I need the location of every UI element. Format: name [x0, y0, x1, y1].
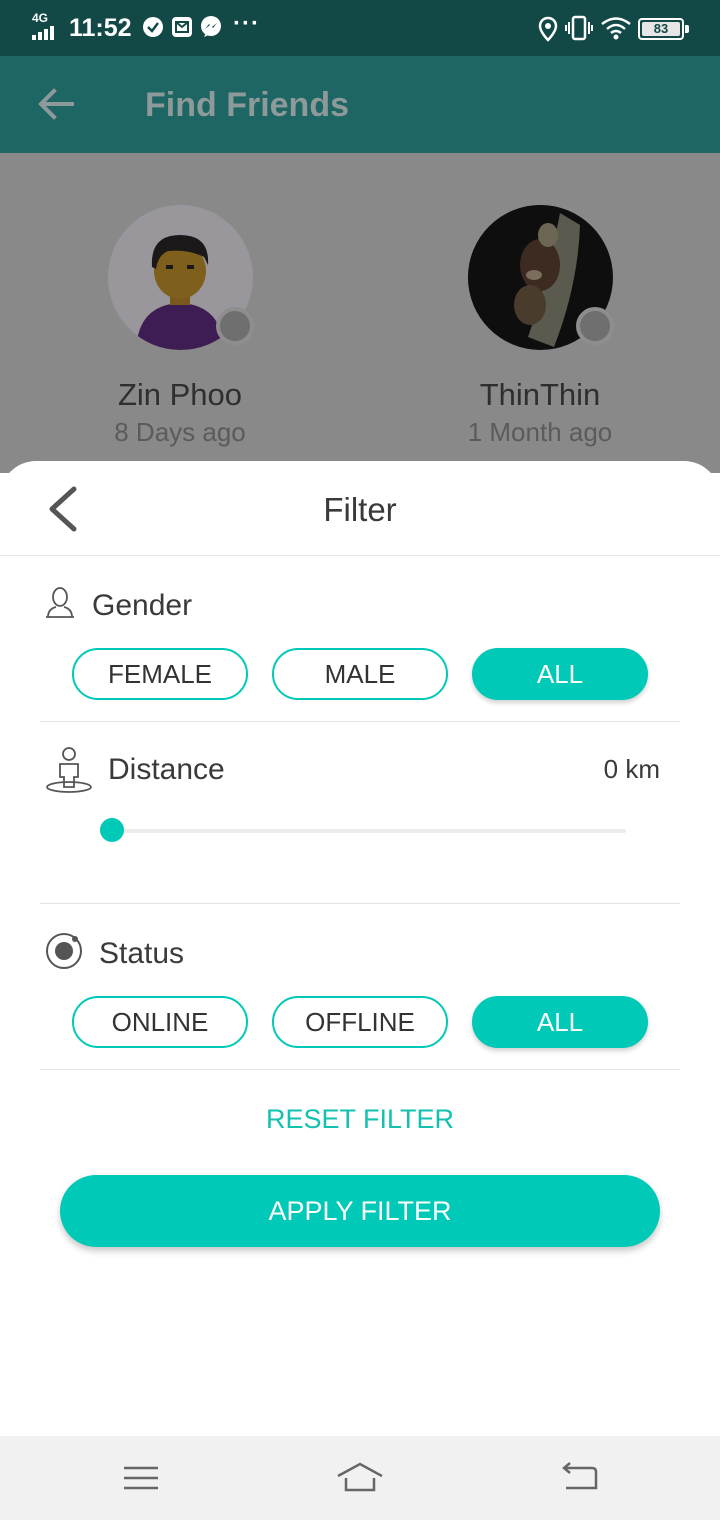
- status-option-all[interactable]: ALL: [472, 996, 648, 1048]
- friend-last-seen: 8 Days ago: [114, 417, 246, 447]
- page-title: Find Friends: [145, 86, 349, 124]
- system-nav-bar: [0, 1436, 720, 1520]
- status-label: Status: [99, 937, 185, 970]
- status-option-online[interactable]: ONLINE: [72, 996, 248, 1048]
- presence-indicator: [216, 307, 254, 345]
- status-option-offline[interactable]: OFFLINE: [272, 996, 448, 1048]
- friends-grid: Zin Phoo 8 Days ago ThinThin 1 Month ago: [0, 153, 720, 473]
- gender-label: Gender: [92, 589, 193, 622]
- wifi-icon: [601, 17, 631, 40]
- filter-title: Filter: [323, 491, 397, 528]
- reset-filter-button[interactable]: RESET FILTER: [0, 1104, 720, 1135]
- check-circle-icon: [143, 17, 163, 37]
- menu-icon[interactable]: [117, 1460, 165, 1496]
- signal-icon: [32, 26, 54, 40]
- status-radio-icon: [46, 933, 82, 969]
- divider: [40, 1069, 680, 1070]
- divider: [40, 903, 680, 904]
- app-bar: Find Friends: [0, 56, 720, 153]
- friend-name: Zin Phoo: [117, 377, 243, 412]
- battery-level: 83: [653, 21, 669, 36]
- divider: [40, 721, 680, 722]
- friend-name: ThinThin: [479, 377, 601, 412]
- person-outline-icon: [46, 587, 74, 618]
- gender-option-all[interactable]: ALL: [472, 648, 648, 700]
- back-icon[interactable]: [556, 1460, 604, 1496]
- clock: 11:52: [69, 14, 132, 42]
- status-bar: 4G 11:52 ··· 83: [0, 0, 720, 56]
- mail-icon: [172, 17, 192, 37]
- vibrate-icon: [565, 15, 593, 41]
- more-notifications: ···: [233, 10, 260, 37]
- battery-icon: 83: [638, 18, 689, 40]
- home-icon[interactable]: [336, 1460, 384, 1496]
- filter-header: Filter: [0, 461, 720, 556]
- back-arrow-icon[interactable]: [36, 84, 76, 124]
- distance-label: Distance: [108, 753, 225, 786]
- distance-value: 0 km: [603, 754, 660, 784]
- network-type: 4G: [32, 11, 49, 25]
- location-icon: [538, 16, 558, 42]
- distance-slider-thumb[interactable]: [100, 818, 124, 842]
- messenger-icon: [201, 16, 221, 37]
- gender-option-male[interactable]: MALE: [272, 648, 448, 700]
- friend-last-seen: 1 Month ago: [467, 417, 613, 447]
- apply-filter-button[interactable]: APPLY FILTER: [60, 1175, 660, 1247]
- filter-sheet: Filter Gender FEMALE MALE ALL Distance 0…: [0, 461, 720, 1436]
- gender-option-female[interactable]: FEMALE: [72, 648, 248, 700]
- distance-slider-track[interactable]: [112, 829, 626, 833]
- distance-person-icon: [46, 747, 92, 793]
- presence-indicator: [576, 307, 614, 345]
